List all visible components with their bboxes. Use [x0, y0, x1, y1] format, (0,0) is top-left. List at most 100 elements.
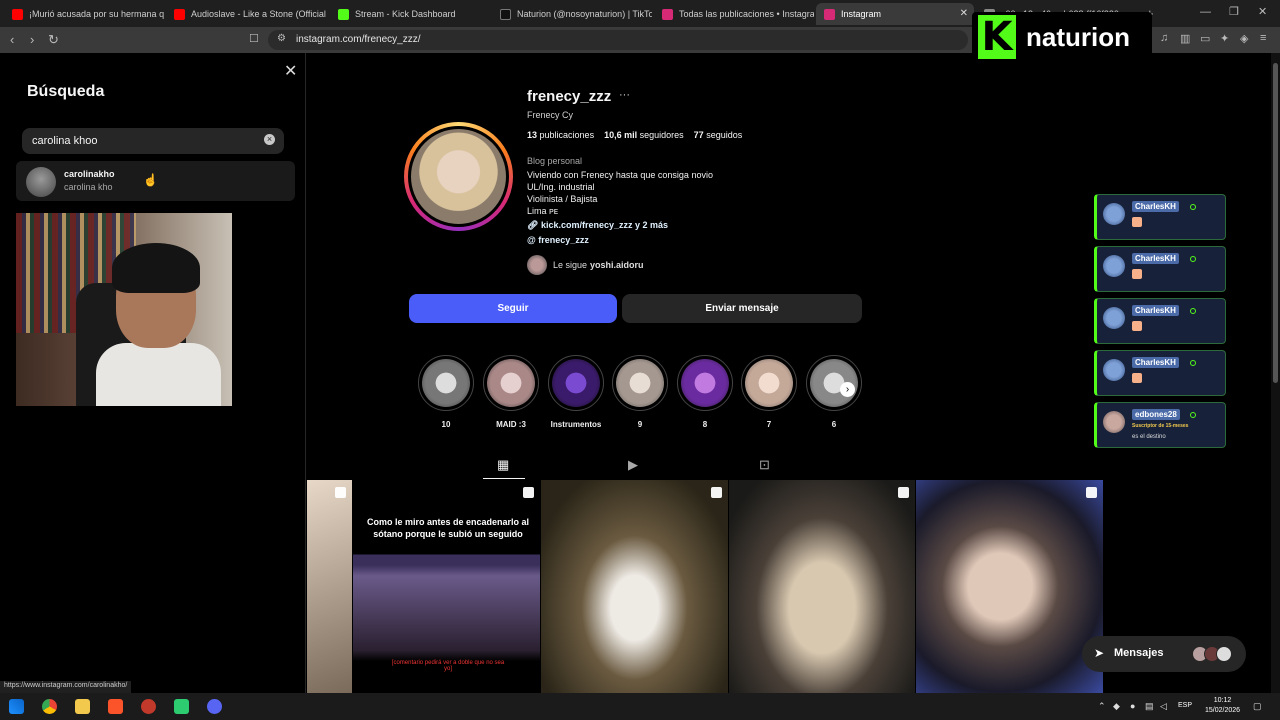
highlight-cover [745, 359, 793, 407]
tray-icon[interactable]: ◆ [1113, 701, 1120, 712]
bio-link[interactable]: 🔗︎ kick.com/frenecy_zzz y 2 más [527, 220, 668, 231]
threads-icon: @ [527, 235, 536, 245]
network-icon[interactable]: ▤ [1145, 701, 1154, 712]
active-tab-indicator [483, 478, 525, 479]
post-thumbnail[interactable] [307, 480, 352, 693]
emote-icon [1132, 321, 1142, 331]
post-red-caption: [comentario pedirá ver a doble que no se… [391, 660, 505, 672]
highlight-item[interactable]: 8 [677, 355, 733, 429]
tab-instagram-active[interactable]: Instagram ✕ [816, 3, 974, 25]
close-icon[interactable]: ✕ [284, 61, 297, 81]
leo-icon[interactable]: ✦ [1220, 32, 1229, 45]
status-dot-icon [1190, 412, 1196, 418]
highlight-item[interactable]: 9 [612, 355, 668, 429]
shirt-image [96, 343, 221, 406]
back-icon[interactable]: ‹ [10, 32, 14, 47]
status-dot-icon [1190, 360, 1196, 366]
status-bar-url: https://www.instagram.com/carolinakho/ [0, 681, 132, 693]
chat-message: CharlesKH [1094, 246, 1226, 292]
reels-icon[interactable]: ▶ [628, 457, 638, 473]
send-icon: ➤ [1094, 646, 1105, 660]
wallet-icon[interactable]: ▭ [1200, 32, 1210, 45]
followers-stat[interactable]: 10,6 mil seguidores [604, 130, 684, 140]
posts-grid-icon[interactable]: ▦ [497, 457, 509, 473]
chrome-icon[interactable] [42, 699, 57, 714]
tagged-icon[interactable]: ⊡ [759, 457, 770, 473]
tab-tiktok[interactable]: Naturion (@nosoynaturion) | TikTok [492, 3, 652, 25]
file-explorer-icon[interactable] [75, 699, 90, 714]
reel-icon [523, 487, 534, 498]
app-icon[interactable] [141, 699, 156, 714]
bio-line: Violinista / Bajista [527, 194, 598, 204]
avatar [26, 167, 56, 197]
tab-youtube-2[interactable]: Audioslave - Like a Stone (Official Vi [166, 3, 326, 25]
youtube-icon [174, 8, 185, 20]
highlight-item[interactable]: MAID :3 [483, 355, 539, 429]
send-message-button[interactable]: Enviar mensaje [622, 294, 862, 323]
volume-icon[interactable]: ◁ [1160, 701, 1167, 712]
reload-icon[interactable]: ↻ [48, 32, 59, 48]
avatar [1103, 307, 1125, 329]
follow-button[interactable]: Seguir [409, 294, 617, 323]
post-thumbnail[interactable]: Como le miro antes de encadenarlo al sót… [353, 480, 540, 693]
notification-icon[interactable]: ▢ [1253, 701, 1262, 712]
clock[interactable]: 10:12 15/02/2026 [1205, 696, 1240, 716]
channel-name: naturion [1026, 21, 1130, 52]
sidebar-icon[interactable]: ▥ [1180, 32, 1190, 45]
tab-instagram-posts[interactable]: Todas las publicaciones • Instagram [654, 3, 814, 25]
scrollbar[interactable] [1271, 53, 1280, 693]
close-tab-icon[interactable]: ✕ [960, 8, 968, 19]
messages-button[interactable]: ➤ Mensajes [1082, 636, 1246, 672]
bookmark-icon[interactable]: ☐ [249, 32, 259, 45]
emote-icon [1132, 217, 1142, 227]
post-thumbnail[interactable] [916, 480, 1103, 693]
clear-search-icon[interactable]: × [264, 134, 275, 145]
restore-icon[interactable]: ❐ [1229, 5, 1239, 18]
followed-by[interactable]: Le sigue yoshi.aidoru [527, 255, 644, 275]
post-thumbnail[interactable] [729, 480, 915, 693]
instagram-icon [824, 8, 835, 20]
media-icon[interactable]: ♫ [1160, 32, 1168, 44]
language-indicator[interactable]: ESP [1178, 702, 1192, 709]
tab-youtube-1[interactable]: ¡Murió acusada por su hermana que [4, 3, 164, 25]
site-info-icon[interactable]: ⚙ [277, 33, 286, 44]
discord-icon[interactable] [207, 699, 222, 714]
app-icon[interactable] [174, 699, 189, 714]
chevron-right-icon[interactable]: › [840, 382, 855, 397]
windows-start-icon[interactable] [9, 699, 24, 714]
post-thumbnail[interactable] [541, 480, 728, 693]
highlight-item[interactable]: 10 [418, 355, 474, 429]
reel-icon [335, 487, 346, 498]
profile-avatar[interactable] [408, 126, 509, 227]
chat-text: es el destino [1132, 434, 1166, 440]
address-bar[interactable]: ⚙ instagram.com/frenecy_zzz/ [268, 30, 968, 50]
threads-link[interactable]: @ frenecy_zzz [527, 235, 589, 245]
chat-message: edbones28 Suscriptor de 15-meses es el des… [1094, 402, 1226, 448]
avatar [1103, 203, 1125, 225]
tiktok-icon [500, 8, 511, 20]
tab-kick-dashboard[interactable]: Stream - Kick Dashboard [330, 3, 490, 25]
avatar [1103, 359, 1125, 381]
avatar [1103, 255, 1125, 277]
hair-image [112, 243, 200, 293]
posts-stat: 13 publicaciones [527, 130, 595, 140]
kick-logo-icon: K [978, 15, 1016, 59]
scroll-thumb[interactable] [1273, 63, 1278, 383]
vpn-icon[interactable]: ◈ [1240, 32, 1248, 45]
status-dot-icon [1190, 204, 1196, 210]
following-stat[interactable]: 77 seguidos [694, 130, 743, 140]
minimize-icon[interactable]: — [1200, 6, 1211, 18]
microphone-icon[interactable]: ● [1130, 701, 1135, 711]
more-options-icon[interactable]: ··· [619, 89, 630, 101]
menu-icon[interactable]: ≡ [1260, 32, 1266, 44]
search-input[interactable]: carolina khoo [22, 128, 284, 154]
brave-icon[interactable] [108, 699, 123, 714]
avatar [1103, 411, 1125, 433]
result-fullname: carolina kho [64, 182, 113, 192]
highlight-item[interactable]: Instrumentos [548, 355, 604, 429]
close-window-icon[interactable]: ✕ [1258, 5, 1267, 18]
forward-icon[interactable]: › [30, 32, 34, 47]
emote-icon [1132, 269, 1142, 279]
tray-chevron-icon[interactable]: ⌃ [1098, 701, 1106, 712]
highlight-item[interactable]: 7 [741, 355, 797, 429]
